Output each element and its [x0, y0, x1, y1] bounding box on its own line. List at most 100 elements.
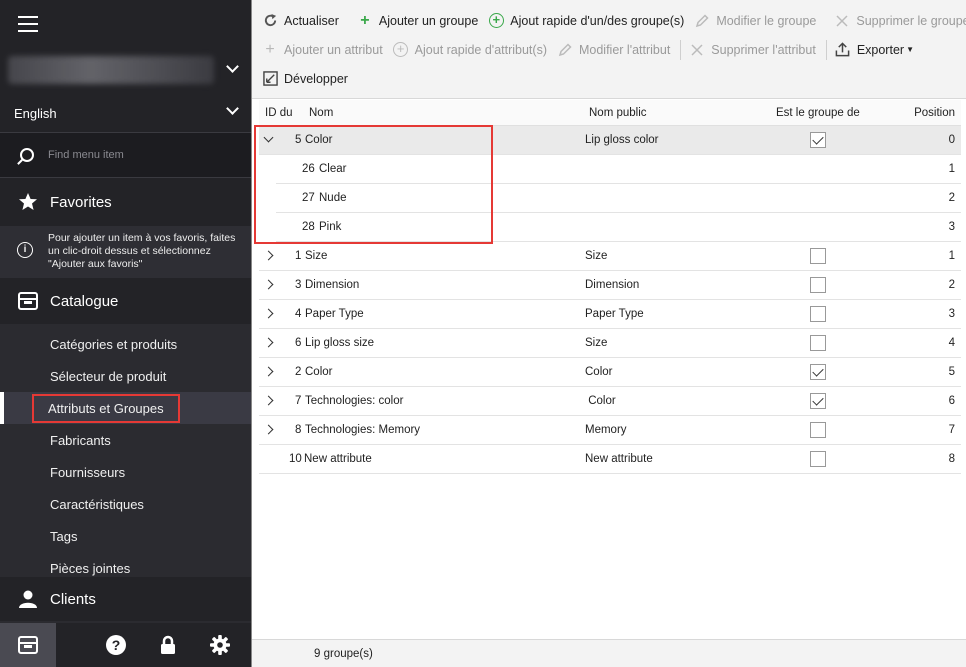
row-name: New attribute	[304, 453, 372, 465]
column-id[interactable]: ID du	[265, 107, 293, 119]
row-name: Lip gloss size	[305, 337, 375, 349]
row-position: 7	[948, 424, 955, 436]
quick-add-attribute-button[interactable]: + Ajout rapide d'attribut(s)	[393, 42, 547, 58]
chevron-down-icon[interactable]	[226, 60, 239, 73]
row-public-name: Size	[585, 250, 608, 262]
column-name[interactable]: Nom	[309, 107, 333, 119]
add-attribute-button[interactable]: + Ajouter un attribut	[262, 40, 382, 58]
color-group-checkbox[interactable]	[810, 393, 826, 409]
sidebar-item-categories[interactable]: Catégories et produits	[0, 328, 251, 360]
attribute-row[interactable]: 27 Nude 2	[276, 184, 961, 213]
pencil-icon	[694, 13, 710, 29]
row-name: Paper Type	[305, 308, 364, 320]
sidebar-item-attributes-groups[interactable]: Attributs et Groupes	[0, 392, 251, 424]
catalogue-shortcut-icon[interactable]	[0, 623, 56, 667]
chevron-right-icon[interactable]	[263, 395, 274, 406]
chevron-right-icon[interactable]	[263, 250, 274, 261]
row-name: Size	[305, 250, 328, 262]
sidebar-item-manufacturers[interactable]: Fabricants	[0, 424, 251, 456]
color-group-checkbox[interactable]	[810, 364, 826, 380]
language-selector[interactable]: English	[0, 94, 251, 132]
group-row[interactable]: 10 New attribute New attribute 8	[259, 445, 961, 474]
chevron-right-icon[interactable]	[263, 424, 274, 435]
group-row[interactable]: 1 Size Size 1	[259, 242, 961, 271]
attribute-row[interactable]: 26 Clear 1	[276, 155, 961, 184]
edit-attribute-label: Modifier l'attribut	[578, 42, 671, 57]
column-position[interactable]: Position	[914, 107, 955, 119]
color-group-checkbox[interactable]	[810, 277, 826, 293]
toolbar-separator	[680, 39, 682, 60]
quick-add-group-button[interactable]: + Ajout rapide d'un/des groupe(s)	[488, 13, 684, 29]
row-name: Pink	[319, 221, 342, 233]
plus-icon: +	[360, 11, 370, 29]
toolbar-row-attributes: + Ajouter un attribut + Ajout rapide d'a…	[262, 35, 966, 64]
group-row[interactable]: 5 Color Lip gloss color 0	[259, 126, 961, 155]
row-id: 10	[289, 453, 302, 465]
sidebar-item-features[interactable]: Caractéristiques	[0, 488, 251, 520]
help-icon[interactable]: ?	[90, 623, 142, 667]
row-public-name: Color	[585, 395, 616, 407]
column-public-name[interactable]: Nom public	[589, 107, 647, 119]
plus-circle-icon: +	[488, 13, 504, 29]
sidebar-section-favorites[interactable]: Favorites	[0, 178, 251, 226]
search-input[interactable]: Find menu item	[48, 149, 124, 161]
sidebar-item-tags[interactable]: Tags	[0, 520, 251, 552]
group-row[interactable]: 6 Lip gloss size Size 4	[259, 329, 961, 358]
expand-button[interactable]: Développer	[262, 71, 348, 87]
row-public-name: New attribute	[585, 453, 653, 465]
chevron-right-icon[interactable]	[263, 337, 274, 348]
color-group-checkbox[interactable]	[810, 422, 826, 438]
export-dropdown[interactable]: Exporter ▼	[835, 42, 914, 58]
chevron-right-icon[interactable]	[263, 308, 274, 319]
color-group-checkbox[interactable]	[810, 451, 826, 467]
sidebar: English Find menu item Favorites i Pour …	[0, 0, 251, 667]
lock-icon[interactable]	[142, 623, 194, 667]
group-row[interactable]: 8 Technologies: Memory Memory 7	[259, 416, 961, 445]
group-row[interactable]: 4 Paper Type Paper Type 3	[259, 300, 961, 329]
color-group-checkbox[interactable]	[810, 306, 826, 322]
group-row[interactable]: 7 Technologies: color Color 6	[259, 387, 961, 416]
account-selector[interactable]	[0, 48, 251, 94]
user-icon	[18, 589, 38, 609]
color-group-checkbox[interactable]	[810, 335, 826, 351]
chevron-down-icon[interactable]	[226, 102, 239, 115]
row-position: 3	[948, 221, 955, 233]
attribute-row[interactable]: 28 Pink 3	[276, 213, 961, 242]
group-row[interactable]: 3 Dimension Dimension 2	[259, 271, 961, 300]
row-position: 3	[948, 308, 955, 320]
color-group-checkbox[interactable]	[810, 248, 826, 264]
favorites-label: Favorites	[50, 193, 112, 211]
sidebar-item-label: Attributs et Groupes	[32, 393, 180, 423]
hamburger-menu-icon[interactable]	[18, 16, 38, 32]
sidebar-section-catalogue[interactable]: Catalogue	[0, 278, 251, 324]
chevron-down-icon[interactable]	[263, 132, 274, 143]
row-position: 5	[948, 366, 955, 378]
quick-add-attribute-label: Ajout rapide d'attribut(s)	[414, 42, 547, 57]
sidebar-item-suppliers[interactable]: Fournisseurs	[0, 456, 251, 488]
delete-group-button[interactable]: Supprimer le groupe	[834, 13, 966, 29]
sidebar-item-label: Fabricants	[50, 432, 111, 448]
sidebar-footer: ?	[0, 623, 251, 667]
sidebar-item-product-selector[interactable]: Sélecteur de produit	[0, 360, 251, 392]
column-is-color-group[interactable]: Est le groupe de	[776, 107, 860, 119]
chevron-right-icon[interactable]	[263, 366, 274, 377]
plus-icon: +	[265, 40, 275, 58]
color-group-checkbox[interactable]	[810, 132, 826, 148]
refresh-button[interactable]: Actualiser	[262, 13, 339, 29]
edit-attribute-button[interactable]: Modifier l'attribut	[557, 42, 670, 58]
gear-icon[interactable]	[194, 623, 246, 667]
toolbar-row-expand: Développer	[262, 64, 966, 93]
row-name: Nude	[319, 192, 347, 204]
group-row[interactable]: 2 Color Color 5	[259, 358, 961, 387]
chevron-right-icon[interactable]	[263, 279, 274, 290]
delete-attribute-button[interactable]: Supprimer l'attribut	[689, 42, 816, 58]
menu-search[interactable]: Find menu item	[0, 132, 251, 178]
grid-header: ID du Nom Nom public Est le groupe de Po…	[259, 100, 961, 126]
row-public-name: Color	[585, 366, 613, 378]
star-icon	[18, 192, 38, 212]
add-group-button[interactable]: + Ajouter un groupe	[357, 11, 478, 29]
edit-group-button[interactable]: Modifier le groupe	[694, 13, 816, 29]
sidebar-section-clients[interactable]: Clients	[0, 577, 251, 621]
export-icon	[835, 42, 851, 58]
toolbar-row-groups: Actualiser + Ajouter un groupe + Ajout r…	[262, 6, 966, 35]
